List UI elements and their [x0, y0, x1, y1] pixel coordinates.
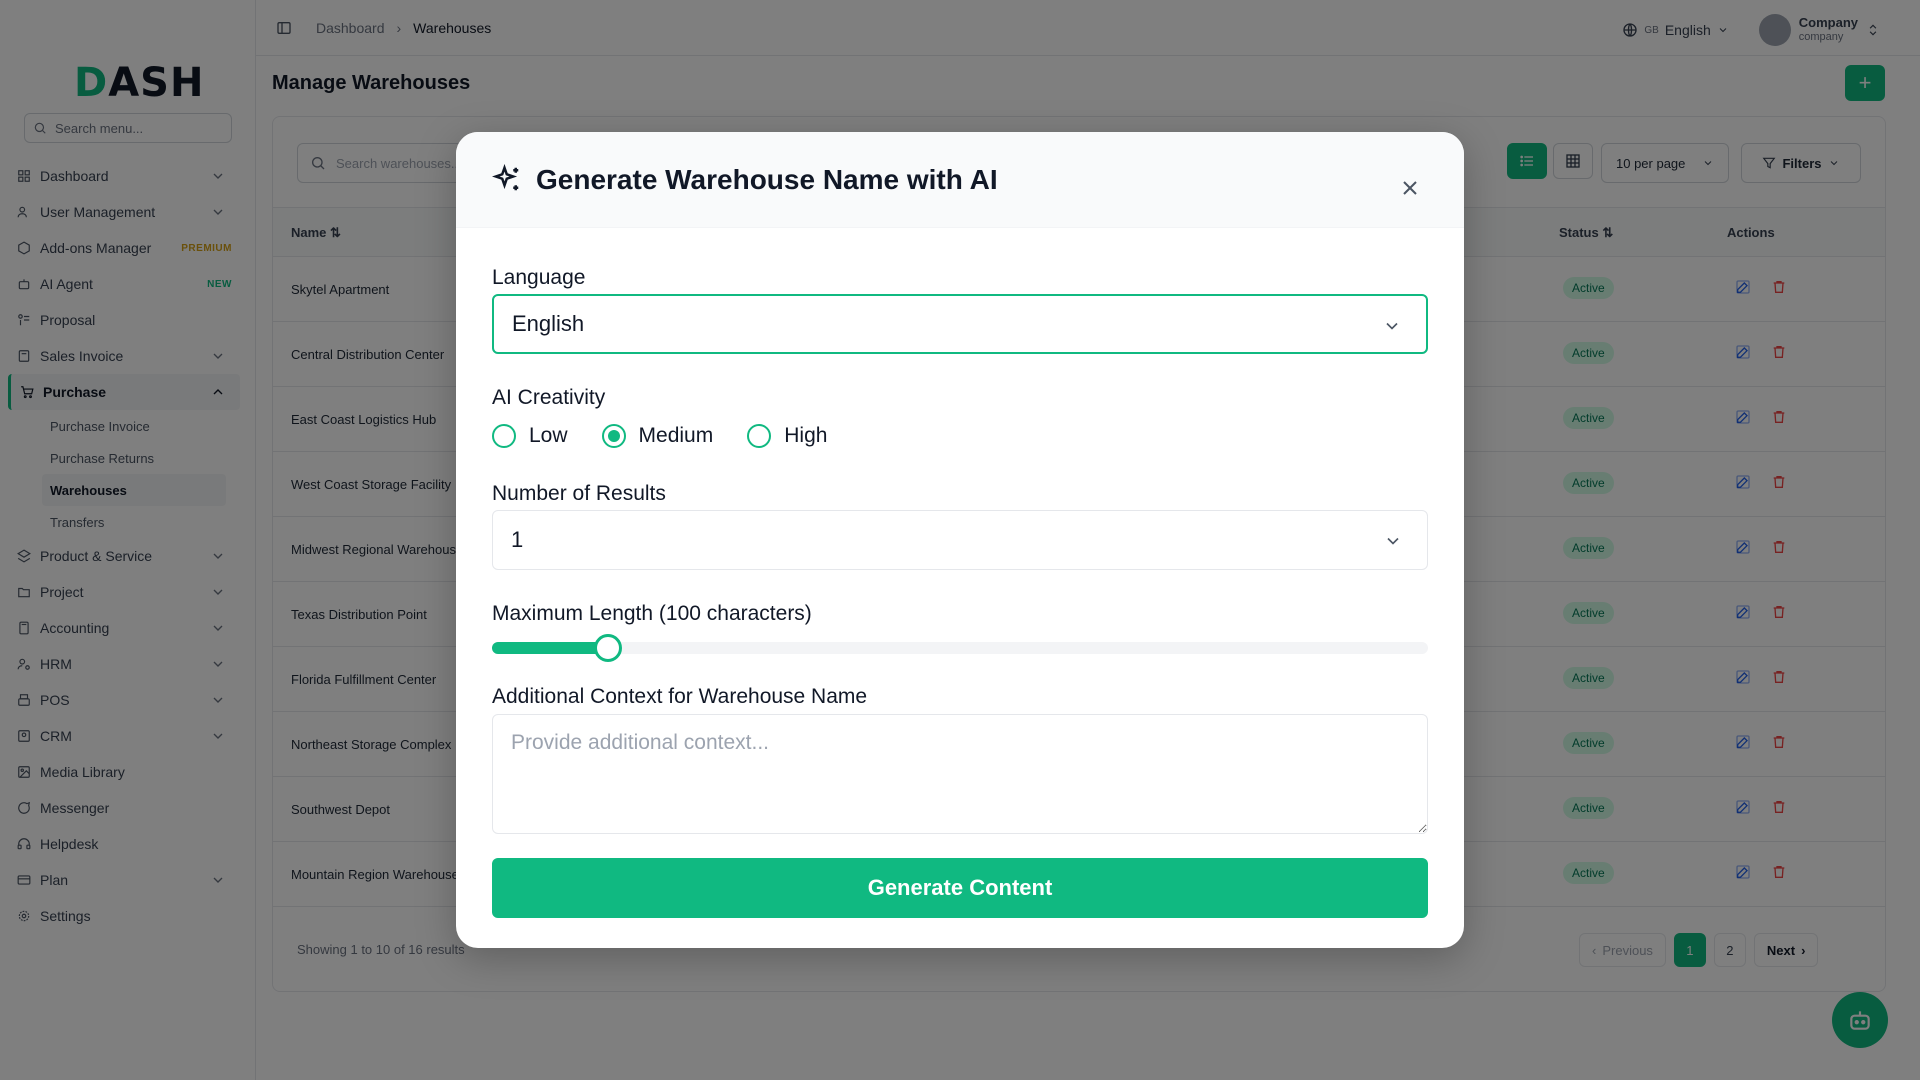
sparkles-icon	[492, 164, 519, 191]
creativity-option-low[interactable]: Low	[492, 424, 568, 448]
results-value: 1	[511, 527, 524, 552]
creativity-option-high[interactable]: High	[747, 424, 827, 448]
language-label: Language	[492, 266, 586, 289]
creativity-option-medium[interactable]: Medium	[601, 424, 713, 448]
chevron-down-icon	[1387, 537, 1399, 545]
max-length-label: Maximum Length (100 characters)	[492, 602, 812, 625]
context-textarea[interactable]	[492, 714, 1428, 834]
close-icon[interactable]	[1398, 176, 1422, 200]
radio-circle	[492, 424, 516, 448]
results-select[interactable]: 1	[492, 510, 1428, 570]
max-length-slider[interactable]	[492, 634, 1428, 662]
creativity-radio-group: Low Medium High	[492, 424, 861, 448]
generate-content-button[interactable]: Generate Content	[492, 858, 1428, 918]
ai-generate-modal: Generate Warehouse Name with AI Language…	[456, 132, 1464, 948]
modal-header: Generate Warehouse Name with AI	[456, 132, 1464, 228]
radio-circle-selected	[601, 424, 626, 448]
creativity-label: AI Creativity	[492, 386, 606, 409]
radio-circle	[747, 424, 772, 448]
chevron-down-icon	[1386, 322, 1398, 330]
language-value: English	[512, 311, 585, 336]
results-label: Number of Results	[492, 482, 666, 505]
context-label: Additional Context for Warehouse Name	[492, 685, 868, 708]
language-select[interactable]: English	[492, 294, 1428, 354]
modal-title: Generate Warehouse Name with AI	[536, 164, 998, 195]
slider-thumb[interactable]	[594, 634, 623, 662]
slider-fill	[492, 642, 609, 654]
